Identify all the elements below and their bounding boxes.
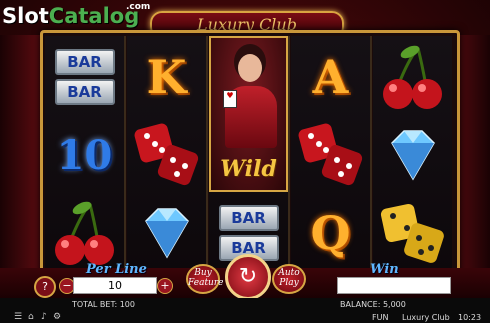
- help-button[interactable]: ?: [34, 276, 56, 298]
- symbol-red-dice: [127, 116, 206, 194]
- red-dice-icon: [298, 123, 362, 186]
- ace-label: A: [312, 50, 349, 104]
- wild-woman-head: [238, 54, 262, 82]
- wild-label: Wild: [220, 156, 277, 182]
- cherry-icon: [54, 201, 114, 265]
- red-dice-icon: [134, 123, 198, 186]
- win-label: Win: [370, 262, 399, 277]
- reel-4: A Q: [291, 36, 372, 272]
- logo-com-text: .com: [126, 2, 151, 12]
- symbol-yellow-dice: [373, 194, 452, 272]
- total-bet: TOTAL BET: 100: [72, 300, 135, 309]
- symbol-bar: BAR BAR: [45, 38, 124, 116]
- buy-feature-button[interactable]: Buy Feature: [186, 264, 224, 294]
- reel-frame: BAR BAR 10 K ♥ Wild BAR BAR A Q: [40, 30, 460, 278]
- diamond-icon: [390, 130, 435, 181]
- menu-icon[interactable]: ☰: [14, 313, 23, 322]
- logo-slot-text: Slot: [2, 4, 49, 28]
- symbol-ace: A: [291, 38, 370, 116]
- game-stage: Luxury Club BAR BAR 10 K ♥ Wild BAR BAR …: [0, 0, 490, 323]
- spin-icon: ↻: [238, 264, 258, 289]
- symbol-cherry: [45, 194, 124, 272]
- balance: BALANCE: 5,000: [340, 300, 406, 309]
- symbol-queen: Q: [291, 194, 370, 272]
- symbol-cherry: [373, 38, 452, 116]
- per-line-label: Per Line: [86, 262, 147, 277]
- cherry-icon: [382, 45, 442, 109]
- queen-label: Q: [310, 206, 351, 260]
- sound-icon[interactable]: ♪: [41, 313, 50, 322]
- symbol-wild: ♥ Wild: [209, 36, 288, 192]
- game-name: Luxury Club: [402, 313, 450, 322]
- symbol-diamond: [127, 194, 206, 272]
- symbol-king: K: [127, 38, 206, 116]
- status-bar: TOTAL BET: 100 BALANCE: 5,000 FUN Luxury…: [0, 298, 490, 323]
- reel-5: [373, 36, 452, 272]
- reel-3: ♥ Wild BAR BAR: [209, 36, 290, 272]
- casino-left-decor: [0, 35, 40, 275]
- settings-icon[interactable]: ⚙: [53, 313, 62, 322]
- auto-play-button[interactable]: Auto Play: [272, 264, 306, 294]
- slotcatalog-logo: SlotCatalog .com: [2, 2, 150, 28]
- king-label: K: [146, 50, 187, 104]
- mode-label: FUN: [372, 313, 389, 322]
- win-value: [337, 277, 451, 294]
- home-icon[interactable]: ⌂: [28, 313, 37, 322]
- diamond-icon: [144, 208, 189, 259]
- bar-label: BAR: [218, 205, 279, 231]
- clock: 10:23: [458, 313, 482, 322]
- symbol-ten: 10: [45, 116, 124, 194]
- spin-button[interactable]: ↻: [225, 254, 271, 300]
- yellow-dice-icon: [380, 203, 444, 263]
- symbol-red-dice: [291, 116, 370, 194]
- card-icon: ♥: [223, 90, 237, 108]
- ten-label: 10: [56, 131, 113, 179]
- auto-play-label: Auto Play: [278, 268, 300, 288]
- bet-plus-button[interactable]: +: [157, 278, 173, 294]
- bar-label: BAR: [54, 49, 115, 75]
- symbol-diamond: [373, 116, 452, 194]
- reel-2: K: [127, 36, 208, 272]
- reel-1: BAR BAR 10: [45, 36, 126, 272]
- per-line-value: 10: [73, 277, 157, 294]
- bar-label: BAR: [54, 79, 115, 105]
